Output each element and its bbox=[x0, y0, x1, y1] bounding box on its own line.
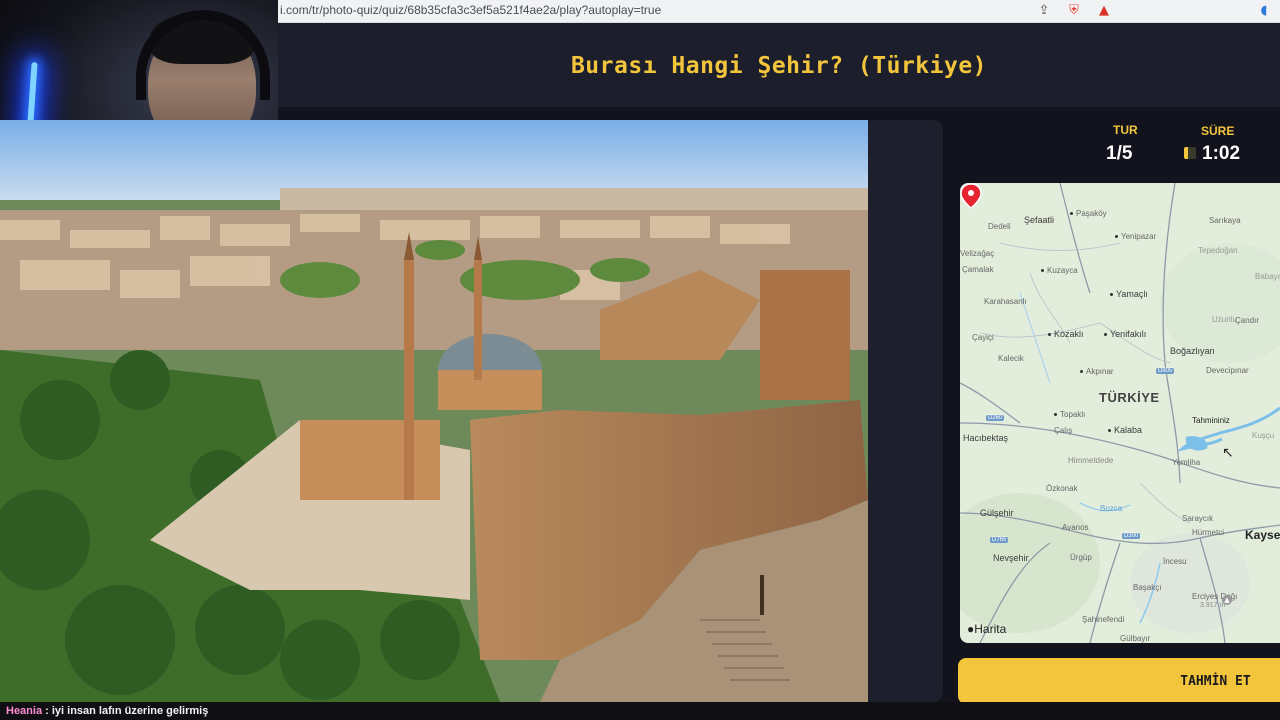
map-place: Boğazlıyan bbox=[1170, 346, 1215, 356]
map-place: Hürmetci bbox=[1192, 528, 1225, 537]
quiz-title: Burası Hangi Şehir? (Türkiye) bbox=[570, 53, 988, 79]
headphones bbox=[136, 10, 270, 100]
map-place: Gülşehir bbox=[980, 508, 1014, 518]
map-place: Kuşçu bbox=[1252, 431, 1275, 440]
map-place: Paşaköy bbox=[1070, 209, 1107, 218]
map-place: Yemliha bbox=[1172, 458, 1201, 467]
road-badge: D765 bbox=[990, 537, 1009, 543]
quiz-photo bbox=[0, 120, 868, 702]
warning-triangle-icon[interactable]: ▲ bbox=[1096, 2, 1112, 18]
share-icon[interactable]: ⇪ bbox=[1036, 2, 1052, 18]
map-place: 3.917 m bbox=[1200, 602, 1226, 609]
map-place: Ürgüp bbox=[1070, 553, 1092, 562]
time-value: 1:02 bbox=[1202, 143, 1241, 164]
map-place: Hacıbektaş bbox=[963, 433, 1009, 443]
road-badge: D260 bbox=[986, 415, 1005, 421]
brave-shield-icon[interactable]: ⛨ bbox=[1066, 2, 1082, 18]
map-place: Çayiçi bbox=[972, 333, 994, 342]
guess-map[interactable]: Şefaatli Dedeli Paşaköy Sarıkaya Yenipaz… bbox=[960, 183, 1280, 643]
cursor-icon: ↖ bbox=[1222, 445, 1234, 461]
map-place: Çamalak bbox=[962, 265, 994, 274]
city-photo-illustration bbox=[0, 120, 868, 702]
round-value: 1/5 bbox=[1106, 143, 1133, 164]
map-place: Avanos bbox=[1062, 523, 1089, 532]
map-place: Kozaklı bbox=[1048, 329, 1084, 339]
map-place: Devecipınar bbox=[1206, 366, 1249, 375]
url-bar-icons: ⇪ ⛨ ▲ ◖ bbox=[1036, 2, 1272, 18]
map-country-label: TÜRKİYE bbox=[1099, 390, 1160, 405]
map-place: Akpınar bbox=[1080, 367, 1114, 376]
map-place: Özkonak bbox=[1046, 484, 1078, 493]
browser-url-bar[interactable]: i.com/tr/photo-quiz/quiz/68b35cfa3c3ef5a… bbox=[278, 0, 1280, 23]
map-place: Nevşehir bbox=[993, 553, 1029, 563]
chat-overlay: Heania : iyi insan lafın üzerine gelirmi… bbox=[0, 702, 1280, 720]
photo-side-panel bbox=[868, 120, 943, 702]
map-place: Topaklı bbox=[1054, 410, 1085, 419]
map-place: Başakçı bbox=[1133, 583, 1162, 592]
map-place: Velizağaç bbox=[960, 249, 995, 258]
map-place: Bozca bbox=[1100, 504, 1123, 513]
timer-icon bbox=[1184, 147, 1196, 159]
map-pin-icon[interactable] bbox=[960, 183, 982, 209]
map-place: Saraycık bbox=[1182, 514, 1214, 523]
map-place: Yenifakılı bbox=[1104, 329, 1146, 339]
chat-message: iyi insan lafın üzerine gelirmiş bbox=[51, 705, 209, 717]
map-place: Tepedoğan bbox=[1198, 246, 1238, 255]
map-place: Yenipazar bbox=[1115, 232, 1156, 241]
round-label: TUR bbox=[1113, 123, 1138, 137]
chat-separator: : bbox=[42, 705, 52, 717]
map-place: Kalecik bbox=[998, 354, 1024, 363]
timer-fill bbox=[1184, 147, 1189, 159]
map-place: Sarıkaya bbox=[1209, 216, 1241, 225]
map-attribution: ●Harita bbox=[967, 622, 1006, 636]
guess-button[interactable]: TAHMİN ET bbox=[958, 658, 1280, 704]
attribution-text: Harita bbox=[974, 622, 1007, 636]
url-text[interactable]: i.com/tr/photo-quiz/quiz/68b35cfa3c3ef5a… bbox=[280, 3, 661, 17]
map-place: Dedeli bbox=[988, 222, 1011, 231]
map-place: Himmetdede bbox=[1068, 456, 1114, 465]
pin-label: Tahmininiz bbox=[1192, 416, 1230, 425]
map-place: Şahinefendi bbox=[1082, 615, 1125, 624]
map-place: İncesu bbox=[1163, 557, 1187, 566]
time-label: SÜRE bbox=[1201, 124, 1235, 138]
mountain-icon: ▲ bbox=[1222, 595, 1232, 605]
road-badge: D805 bbox=[1156, 368, 1175, 374]
map-place: Kuzayca bbox=[1041, 266, 1078, 275]
map-place: Kalaba bbox=[1108, 425, 1142, 435]
chat-username: Heania bbox=[6, 705, 43, 717]
quiz-header: Burası Hangi Şehir? (Türkiye) bbox=[278, 23, 1280, 107]
speaker-icon[interactable]: ◖ bbox=[1256, 2, 1272, 18]
map-place: Babayağ bbox=[1255, 272, 1280, 281]
map-place: Karahasanlı bbox=[984, 297, 1027, 306]
map-place: Çandır bbox=[1235, 316, 1260, 325]
map-place: Şefaatli bbox=[1024, 215, 1055, 225]
map-place: Çalış bbox=[1054, 426, 1073, 435]
map-city-label: Kayse bbox=[1245, 528, 1280, 542]
map-place: Gülbayır bbox=[1120, 634, 1151, 643]
road-badge: D300 bbox=[1122, 533, 1141, 539]
map-place: Uzunlu bbox=[1212, 315, 1237, 324]
map-place: Yamaçlı bbox=[1110, 289, 1148, 299]
